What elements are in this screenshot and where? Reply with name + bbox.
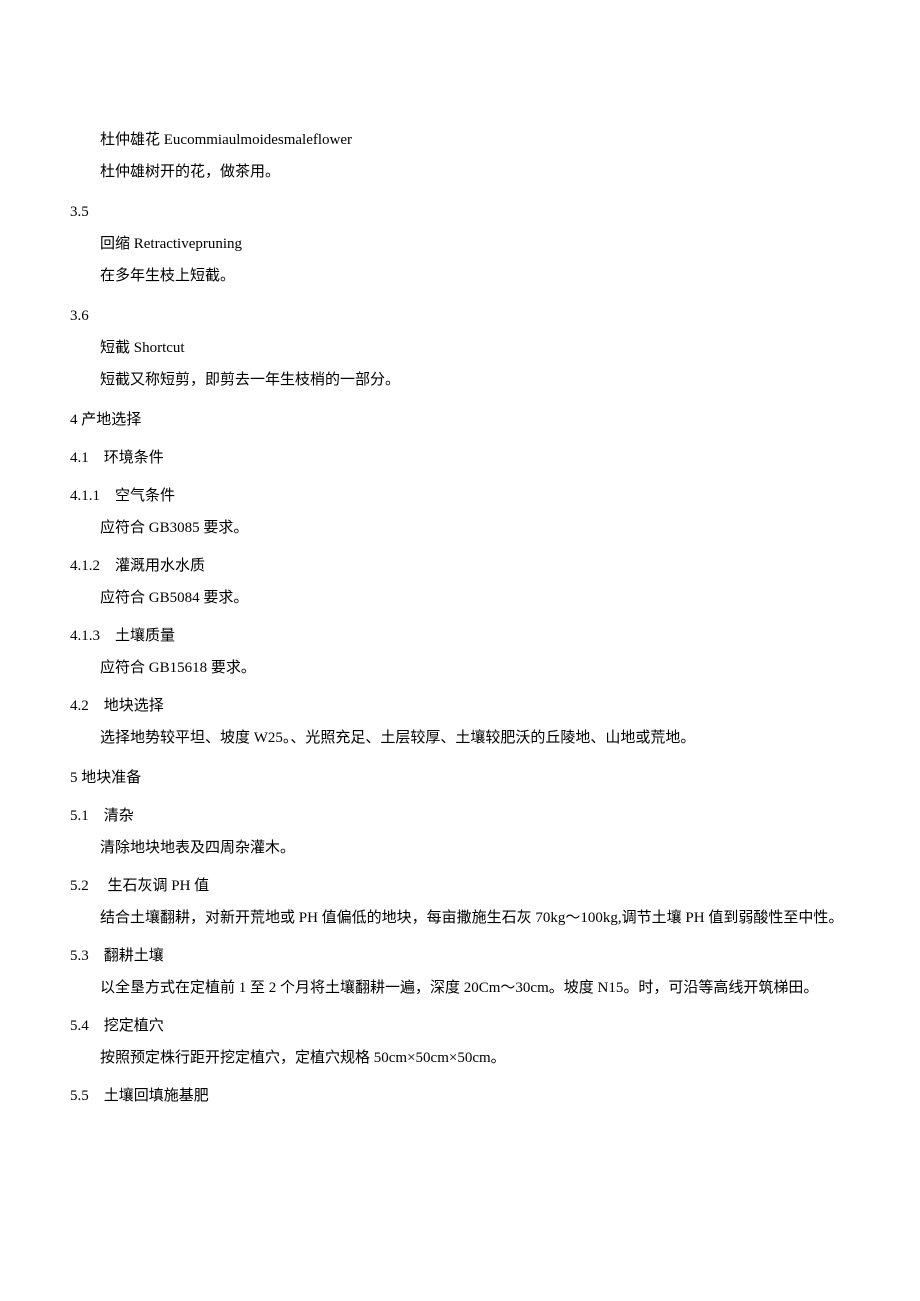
term-3-6: 短截 Shortcut: [70, 336, 850, 360]
definition-3-5: 在多年生枝上短截。: [70, 264, 850, 288]
section-4-title: 4 产地选择: [70, 408, 850, 432]
definition-3-6: 短截又称短剪，即剪去一年生枝梢的一部分。: [70, 368, 850, 392]
section-5-4-content: 按照预定株行距开挖定植穴，定植穴规格 50cm×50cm×50cm。: [70, 1046, 850, 1070]
term-3-5: 回缩 Retractivepruning: [70, 232, 850, 256]
section-4-1-3-title: 4.1.3 土壤质量: [70, 624, 850, 648]
section-4-1-1-title: 4.1.1 空气条件: [70, 484, 850, 508]
section-5-2-title: 5.2 生石灰调 PH 值: [70, 874, 850, 898]
section-4-1-3-content: 应符合 GB15618 要求。: [70, 656, 850, 680]
section-5-5-title: 5.5 土壤回填施基肥: [70, 1084, 850, 1108]
section-4-1-1-content: 应符合 GB3085 要求。: [70, 516, 850, 540]
section-5-title: 5 地块准备: [70, 766, 850, 790]
section-3-6-number: 3.6: [70, 304, 850, 328]
term-3-4: 杜仲雄花 Eucommiaulmoidesmaleflower: [70, 128, 850, 152]
section-5-4-title: 5.4 挖定植穴: [70, 1014, 850, 1038]
section-4-1-title: 4.1 环境条件: [70, 446, 850, 470]
section-5-3-title: 5.3 翻耕土壤: [70, 944, 850, 968]
section-3-5-number: 3.5: [70, 200, 850, 224]
section-5-1-content: 清除地块地表及四周杂灌木。: [70, 836, 850, 860]
section-4-2-title: 4.2 地块选择: [70, 694, 850, 718]
section-5-1-title: 5.1 清杂: [70, 804, 850, 828]
section-5-3-content: 以全垦方式在定植前 1 至 2 个月将土壤翻耕一遍，深度 20Cm～30cm。坡…: [70, 976, 850, 1000]
section-5-2-content: 结合土壤翻耕，对新开荒地或 PH 值偏低的地块，每亩撒施生石灰 70kg～100…: [70, 906, 850, 930]
definition-3-4: 杜仲雄树开的花，做茶用。: [70, 160, 850, 184]
section-4-1-2-title: 4.1.2 灌溉用水水质: [70, 554, 850, 578]
section-4-2-content: 选择地势较平坦、坡度 W25。、光照充足、土层较厚、土壤较肥沃的丘陵地、山地或荒…: [70, 726, 850, 750]
section-4-1-2-content: 应符合 GB5084 要求。: [70, 586, 850, 610]
